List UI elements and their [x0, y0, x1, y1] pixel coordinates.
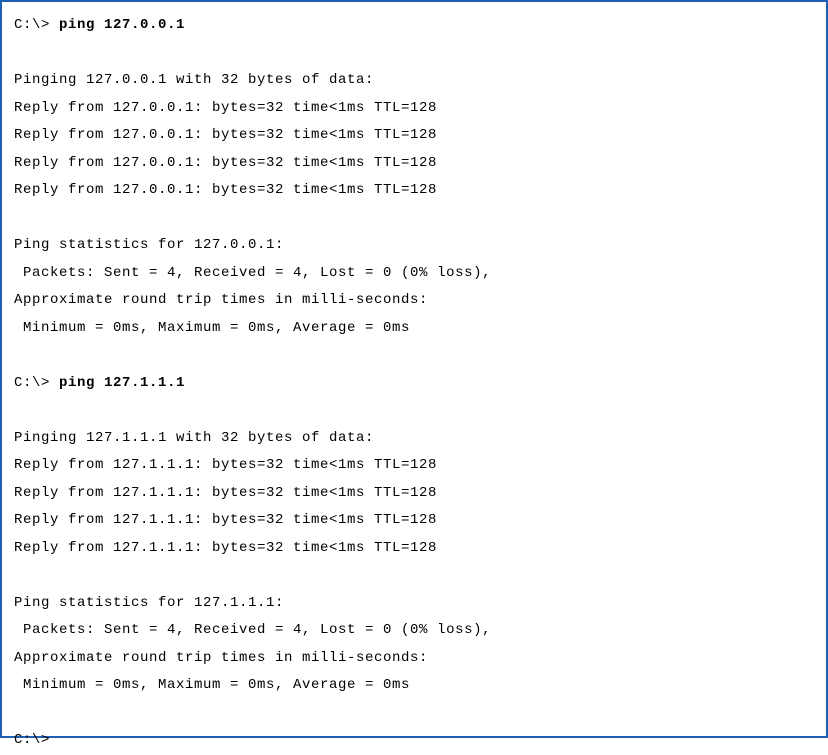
terminal-line: C:\> ping 127.0.0.1 [14, 12, 814, 40]
terminal-line: Reply from 127.0.0.1: bytes=32 time<1ms … [14, 122, 814, 150]
terminal-line [14, 397, 814, 425]
output-text: Approximate round trip times in milli-se… [14, 292, 428, 308]
terminal-line: Reply from 127.0.0.1: bytes=32 time<1ms … [14, 95, 814, 123]
terminal-line: Pinging 127.1.1.1 with 32 bytes of data: [14, 425, 814, 453]
prompt: C:\> [14, 732, 50, 748]
terminal-line: Packets: Sent = 4, Received = 4, Lost = … [14, 260, 814, 288]
terminal-line [14, 700, 814, 728]
terminal-line: Approximate round trip times in milli-se… [14, 645, 814, 673]
output-text: Minimum = 0ms, Maximum = 0ms, Average = … [14, 320, 410, 336]
terminal-line: Ping statistics for 127.1.1.1: [14, 590, 814, 618]
terminal-line: C:\> [14, 727, 814, 755]
terminal-line: C:\> ping 127.1.1.1 [14, 370, 814, 398]
terminal-line: Approximate round trip times in milli-se… [14, 287, 814, 315]
output-text: Ping statistics for 127.0.0.1: [14, 237, 284, 253]
terminal-line [14, 205, 814, 233]
terminal-line [14, 342, 814, 370]
terminal-line: Packets: Sent = 4, Received = 4, Lost = … [14, 617, 814, 645]
output-text: Minimum = 0ms, Maximum = 0ms, Average = … [14, 677, 410, 693]
output-text: Reply from 127.1.1.1: bytes=32 time<1ms … [14, 457, 437, 473]
terminal-line: Reply from 127.1.1.1: bytes=32 time<1ms … [14, 507, 814, 535]
terminal-line: Reply from 127.1.1.1: bytes=32 time<1ms … [14, 535, 814, 563]
output-text: Packets: Sent = 4, Received = 4, Lost = … [14, 622, 491, 638]
output-text: Reply from 127.0.0.1: bytes=32 time<1ms … [14, 182, 437, 198]
command: ping 127.0.0.1 [59, 17, 185, 33]
terminal-line: Reply from 127.1.1.1: bytes=32 time<1ms … [14, 480, 814, 508]
output-text: Reply from 127.0.0.1: bytes=32 time<1ms … [14, 155, 437, 171]
terminal-line: Reply from 127.0.0.1: bytes=32 time<1ms … [14, 177, 814, 205]
output-text: Pinging 127.0.0.1 with 32 bytes of data: [14, 72, 374, 88]
terminal-output: C:\> ping 127.0.0.1 Pinging 127.0.0.1 wit… [14, 12, 814, 755]
terminal-line: Pinging 127.0.0.1 with 32 bytes of data: [14, 67, 814, 95]
output-text: Approximate round trip times in milli-se… [14, 650, 428, 666]
terminal-line: Minimum = 0ms, Maximum = 0ms, Average = … [14, 315, 814, 343]
terminal-line: Ping statistics for 127.0.0.1: [14, 232, 814, 260]
command: ping 127.1.1.1 [59, 375, 185, 391]
prompt: C:\> [14, 17, 59, 33]
output-text: Packets: Sent = 4, Received = 4, Lost = … [14, 265, 491, 281]
terminal-line: Reply from 127.0.0.1: bytes=32 time<1ms … [14, 150, 814, 178]
output-text: Reply from 127.0.0.1: bytes=32 time<1ms … [14, 100, 437, 116]
terminal-line: Minimum = 0ms, Maximum = 0ms, Average = … [14, 672, 814, 700]
output-text: Ping statistics for 127.1.1.1: [14, 595, 284, 611]
prompt: C:\> [14, 375, 59, 391]
terminal-line [14, 562, 814, 590]
terminal-line [14, 40, 814, 68]
terminal-line: Reply from 127.1.1.1: bytes=32 time<1ms … [14, 452, 814, 480]
output-text: Reply from 127.1.1.1: bytes=32 time<1ms … [14, 512, 437, 528]
output-text: Reply from 127.1.1.1: bytes=32 time<1ms … [14, 540, 437, 556]
terminal-window[interactable]: C:\> ping 127.0.0.1 Pinging 127.0.0.1 wit… [0, 0, 828, 738]
output-text: Reply from 127.0.0.1: bytes=32 time<1ms … [14, 127, 437, 143]
output-text: Pinging 127.1.1.1 with 32 bytes of data: [14, 430, 374, 446]
output-text: Reply from 127.1.1.1: bytes=32 time<1ms … [14, 485, 437, 501]
